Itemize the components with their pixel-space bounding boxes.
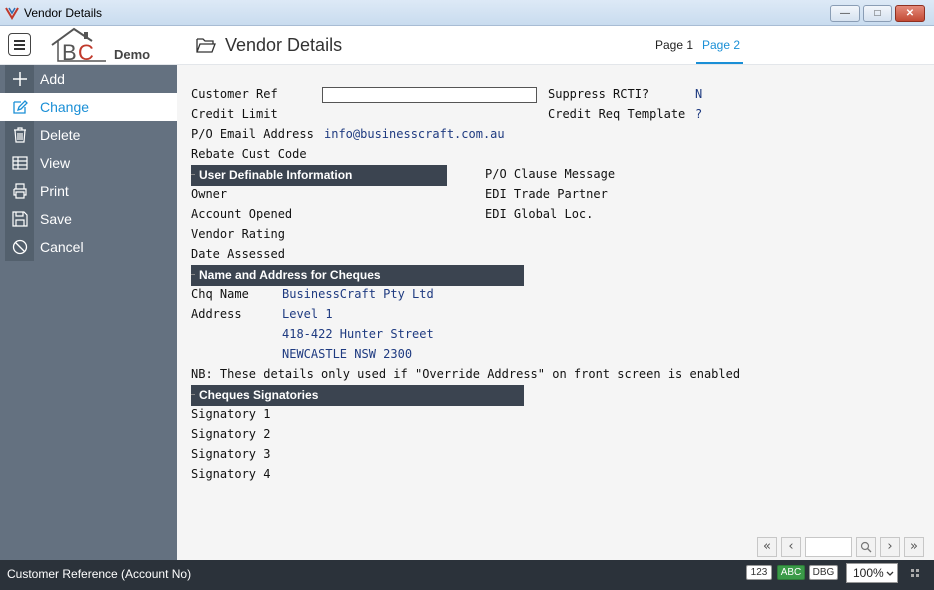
svg-text:C: C (78, 40, 94, 63)
maximize-button[interactable]: □ (863, 5, 892, 22)
cancel-icon (12, 239, 28, 255)
owner-label: Owner (191, 187, 228, 201)
sidebar-item-label: Cancel (40, 239, 84, 255)
first-page-button[interactable]: « (757, 537, 777, 557)
section-user-defined: User Definable Information (191, 165, 447, 186)
svg-text:B: B (62, 40, 77, 63)
search-icon (860, 541, 872, 553)
rebate-cust-code-label: Rebate Cust Code (191, 147, 307, 161)
menu-line-icon (14, 40, 25, 42)
sidebar-item-cancel[interactable]: Cancel (0, 233, 177, 261)
zoom-value: 100% (853, 566, 884, 580)
status-bar: Customer Reference (Account No) 123 ABC … (0, 560, 934, 590)
sidebar-item-change[interactable]: Change (0, 93, 177, 121)
debug-badge[interactable]: DBG (809, 565, 838, 580)
sidebar-item-label: Save (40, 211, 72, 227)
table-icon (12, 156, 28, 170)
section-cheque-address: Name and Address for Cheques (191, 265, 524, 286)
sidebar-item-view[interactable]: View (0, 149, 177, 177)
search-page-button[interactable] (856, 537, 876, 557)
credit-req-template-label: Credit Req Template (548, 107, 686, 121)
folder-icon (196, 38, 216, 53)
sidebar-item-save[interactable]: Save (0, 205, 177, 233)
po-email-value[interactable]: info@businesscraft.com.au (324, 127, 505, 141)
window-title: Vendor Details (24, 6, 103, 20)
sidebar-item-label: Delete (40, 127, 81, 143)
override-address-note: NB: These details only used if "Override… (191, 367, 741, 381)
sidebar-item-label: Add (40, 71, 65, 87)
tab-page-2[interactable]: Page 2 (702, 38, 740, 52)
status-text: Customer Reference (Account No) (7, 567, 192, 581)
credit-limit-label: Credit Limit (191, 107, 278, 121)
menu-line-icon (14, 44, 25, 46)
minimize-button[interactable]: — (830, 5, 860, 22)
hamburger-menu-button[interactable] (8, 33, 31, 56)
chq-name-label: Chq Name (191, 287, 249, 301)
customer-ref-input[interactable] (322, 87, 537, 103)
address-line-2[interactable]: 418-422 Hunter Street (282, 327, 434, 341)
active-tab-indicator (696, 62, 743, 64)
address-label: Address (191, 307, 242, 321)
sidebar: Add Change Delete View Print Save Cancel (0, 65, 177, 560)
section-signatories: Cheques Signatories (191, 385, 524, 406)
company-logo: B C (51, 27, 106, 63)
vendor-rating-label: Vendor Rating (191, 227, 285, 241)
trash-icon (14, 127, 26, 143)
sidebar-item-label: View (40, 155, 71, 171)
page-title: Vendor Details (225, 35, 343, 55)
sidebar-item-label: Print (40, 183, 69, 199)
sidebar-item-label: Change (40, 99, 90, 115)
last-page-button[interactable]: » (904, 537, 924, 557)
edi-trade-partner-label: EDI Trade Partner (485, 187, 608, 201)
chq-name-value[interactable]: BusinessCraft Pty Ltd (282, 287, 434, 301)
resize-grip-icon[interactable] (911, 569, 920, 578)
signatory-label: Signatory 3 (191, 447, 271, 461)
signatory-label: Signatory 2 (191, 427, 271, 441)
plus-icon (13, 72, 27, 86)
chevron-down-icon (886, 571, 894, 576)
edi-global-loc-label: EDI Global Loc. (485, 207, 594, 221)
app-logo-icon (5, 7, 19, 20)
date-assessed-label: Date Assessed (191, 247, 285, 261)
page-number-input[interactable] (805, 537, 852, 557)
address-line-3[interactable]: NEWCASTLE NSW 2300 (282, 347, 412, 361)
save-icon (12, 211, 28, 227)
signatory-label: Signatory 4 (191, 467, 271, 481)
sidebar-item-add[interactable]: Add (0, 65, 177, 93)
tab-page-1[interactable]: Page 1 (655, 38, 693, 52)
logo-demo-label: Demo (114, 47, 151, 62)
printer-icon (13, 183, 27, 199)
customer-ref-label: Customer Ref (191, 87, 278, 101)
po-clause-message-label: P/O Clause Message (485, 167, 616, 181)
next-page-button[interactable]: › (880, 537, 900, 557)
address-line-1[interactable]: Level 1 (282, 307, 333, 321)
sidebar-item-print[interactable]: Print (0, 177, 177, 205)
credit-req-template-value[interactable]: ? (695, 107, 702, 121)
signatory-label: Signatory 1 (191, 407, 271, 421)
po-email-label: P/O Email Address (191, 127, 314, 141)
close-button[interactable]: ✕ (895, 5, 925, 22)
edit-icon (13, 100, 28, 114)
main-content: Customer Ref Suppress RCTI? N Credit Lim… (177, 65, 934, 560)
sidebar-item-delete[interactable]: Delete (0, 121, 177, 149)
numeric-mode-badge[interactable]: 123 (746, 565, 772, 580)
zoom-select[interactable]: 100% (846, 563, 898, 583)
text-mode-badge[interactable]: ABC (777, 565, 805, 580)
app-header: B C Demo Vendor Details Page 1 Page 2 (0, 26, 934, 65)
prev-page-button[interactable]: ‹ (781, 537, 801, 557)
menu-line-icon (14, 48, 25, 50)
account-opened-label: Account Opened (191, 207, 293, 221)
suppress-rcti-value[interactable]: N (695, 87, 702, 101)
suppress-rcti-label: Suppress RCTI? (548, 87, 650, 101)
window-titlebar: Vendor Details — □ ✕ (0, 0, 934, 26)
